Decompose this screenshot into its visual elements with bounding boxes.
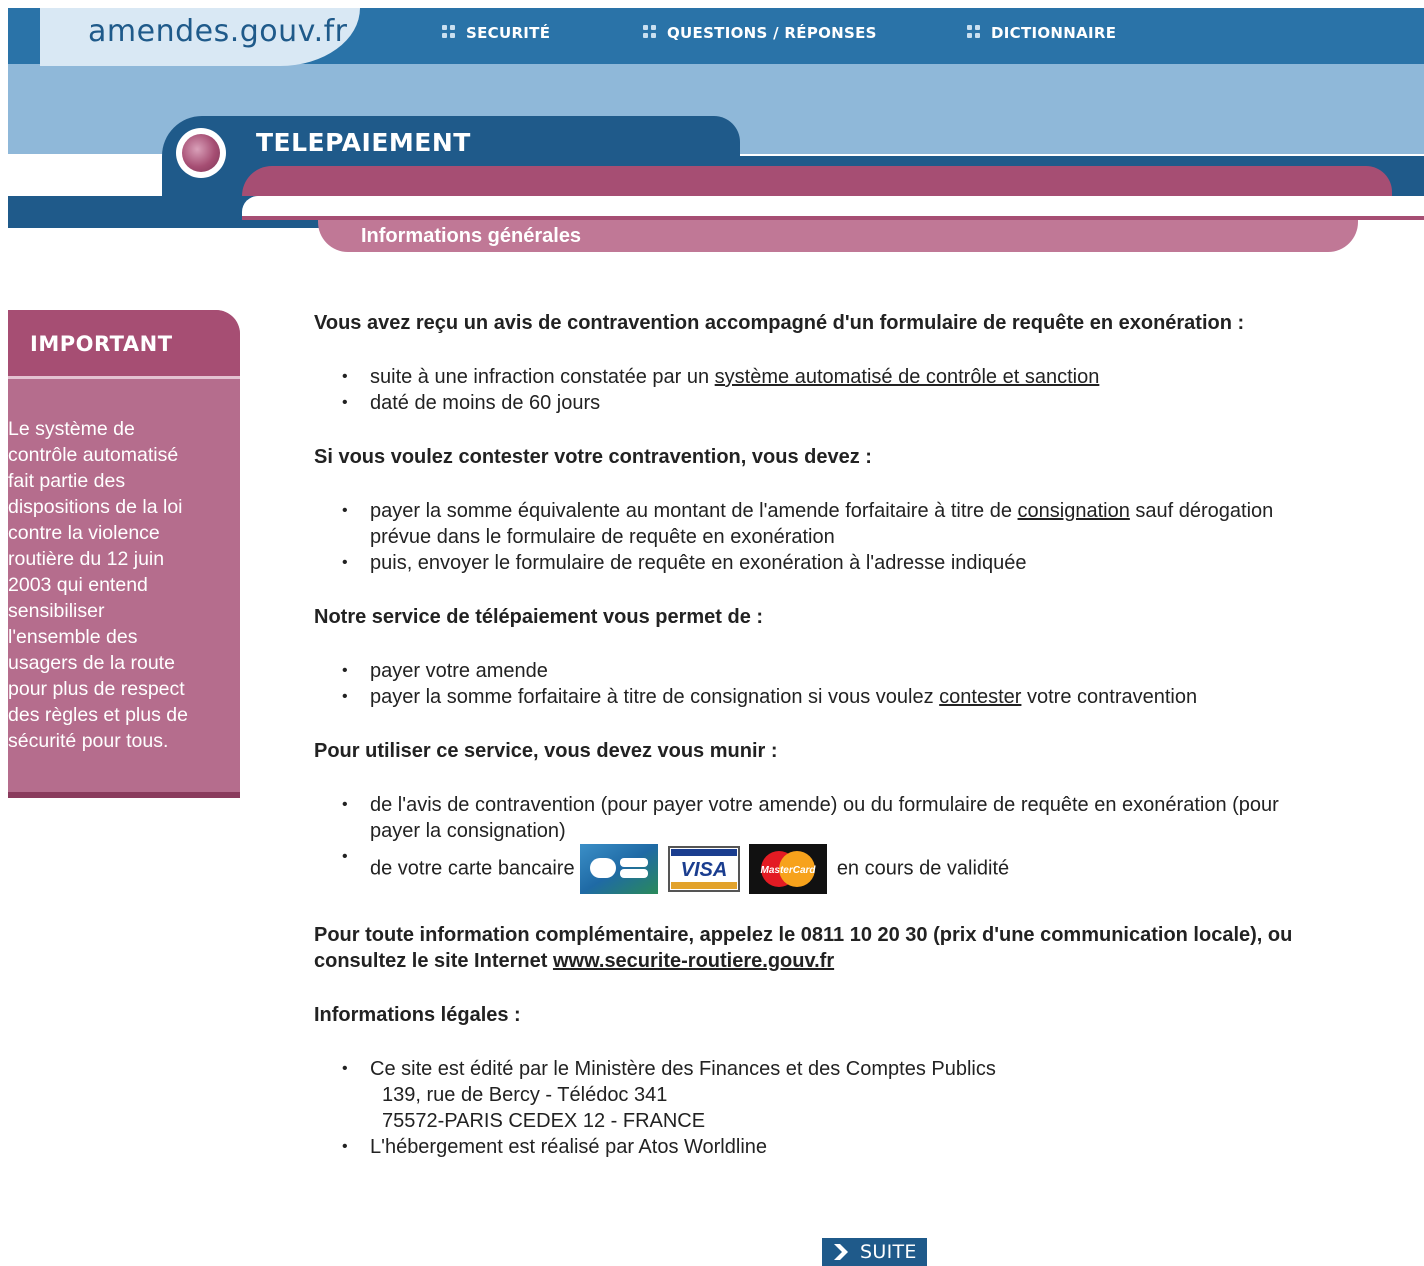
section-corner [8,196,248,228]
chevron-right-icon [834,1244,848,1260]
important-footer [8,792,240,798]
important-line: dispositions de la loi [8,496,183,518]
list-text: sauf dérogation [1129,500,1274,522]
section-pink-band [242,166,1392,196]
mastercard-card-icon: MasterCard [749,844,828,894]
list-item: de l'avis de contravention (pour payer v… [314,792,1414,844]
bullet-list: Ce site est édité par le Ministère des F… [314,1056,1414,1160]
bullet-list: payer la somme équivalente au montant de… [314,498,1414,576]
section-heading: Vous avez reçu un avis de contravention … [314,312,1245,334]
list-item: de votre carte bancaire VISA [314,844,1414,894]
list-item: puis, envoyer le formulaire de requête e… [314,550,1414,576]
nav-label: QUESTIONS / RÉPONSES [667,24,877,42]
link-systeme-automatise[interactable]: système automatisé de contrôle et sancti… [715,366,1100,388]
list-item: payer la somme équivalente au montant de… [314,498,1414,550]
list-text: payer la somme équivalente au montant de… [370,500,1018,522]
link-contester[interactable]: contester [939,686,1021,708]
section-heading: Informations légales : [314,1004,521,1026]
list-text: votre contravention [1021,686,1198,708]
section-heading: Pour utiliser ce service, vous devez vou… [314,740,778,762]
nav-label: DICTIONNAIRE [991,24,1117,42]
suite-label: SUITE [860,1241,917,1263]
svg-text:VISA: VISA [680,859,727,881]
important-line: routière du 12 juin [8,548,165,570]
suite-button[interactable]: SUITE [822,1238,927,1266]
important-separator [8,376,240,379]
nav-item-securite[interactable]: SECURITÉ [442,24,550,42]
site-header: amendes.gouv.fr SECURITÉ QUESTIONS / RÉP… [0,0,1424,228]
section-heading: Notre service de télépaiement vous perme… [314,606,764,628]
link-securite-routiere[interactable]: www.securite-routiere.gouv.fr [553,950,834,972]
important-title: IMPORTANT [30,332,173,356]
dots-icon [967,25,983,39]
important-line: des règles et plus de [8,704,188,726]
section-heading: Si vous voulez contester votre contraven… [314,446,872,468]
list-text: Ce site est édité par le Ministère des F… [370,1058,996,1080]
list-text: payer la consignation) [370,820,566,842]
bullet-list: payer votre amende payer la somme forfai… [314,658,1414,710]
contact-paragraph: Pour toute information complémentaire, a… [314,922,1414,974]
visa-card-icon: VISA [667,846,740,892]
important-line: sensibiliser [8,600,105,622]
mastercard-logo-text: MasterCard [761,865,817,876]
list-item: daté de moins de 60 jours [314,390,1414,416]
list-text: 139, rue de Bercy - Télédoc 341 [382,1084,668,1106]
important-line: usagers de la route [8,652,175,674]
contact-text: Pour toute information complémentaire, a… [314,924,1293,946]
contact-text: consultez le site Internet [314,950,553,972]
important-line: pour plus de respect [8,678,185,700]
list-text: en cours de validité [836,857,1010,880]
important-panel: IMPORTANT Le système de contrôle automat… [8,310,240,798]
bullet-list: de l'avis de contravention (pour payer v… [314,792,1414,894]
link-consignation[interactable]: consignation [1018,500,1130,522]
nav-label: SECURITÉ [466,24,551,42]
cb-card-icon [580,844,659,894]
list-item: L'hébergement est réalisé par Atos World… [314,1134,1414,1160]
dots-icon [442,25,458,39]
subsection-title: Informations générales [361,225,582,247]
important-line: contre la violence [8,522,160,544]
list-item: suite à une infraction constatée par un … [314,364,1414,390]
list-text: 75572-PARIS CEDEX 12 - FRANCE [382,1110,706,1132]
important-line: fait partie des [8,470,126,492]
important-line: 2003 qui entend [8,574,148,596]
list-text: de votre carte bancaire [370,857,575,880]
list-item: payer votre amende [314,658,1414,684]
nav-item-dictionnaire[interactable]: DICTIONNAIRE [967,24,1116,42]
important-text: Le système de contrôle automatisé fait p… [8,416,234,754]
section-title: TELEPAIEMENT [256,128,471,157]
bullet-list: suite à une infraction constatée par un … [314,364,1414,416]
list-text: suite à une infraction constatée par un [370,366,715,388]
nav-item-questions-reponses[interactable]: QUESTIONS / RÉPONSES [643,24,877,42]
main-content: Vous avez reçu un avis de contravention … [314,310,1414,1160]
important-line: contrôle automatisé [8,444,179,466]
list-text: prévue dans le formulaire de requête en … [370,526,835,548]
section-divider [242,196,1424,218]
list-text: de l'avis de contravention (pour payer v… [370,794,1279,816]
list-item: payer la somme forfaitaire à titre de co… [314,684,1414,710]
dots-icon [643,25,659,39]
list-text: payer la somme forfaitaire à titre de co… [370,686,940,708]
site-logo[interactable]: amendes.gouv.fr [88,14,348,49]
section-disc-icon [176,128,226,178]
important-line: l'ensemble des [8,626,138,648]
important-line: Le système de [8,418,135,440]
list-item: Ce site est édité par le Ministère des F… [314,1056,1414,1134]
important-line: sécurité pour tous. [8,730,169,752]
